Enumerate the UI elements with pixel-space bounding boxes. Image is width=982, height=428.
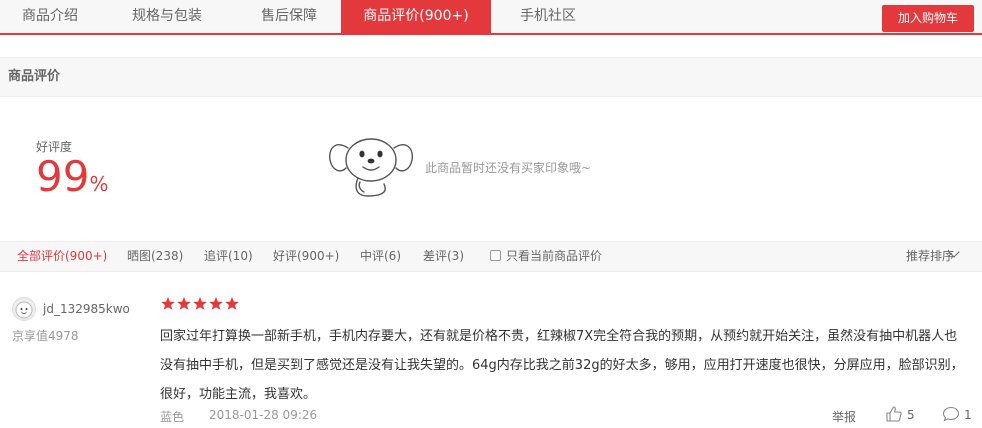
tab-product-intro[interactable]: 商品介绍 <box>0 0 100 33</box>
filter-follow-up[interactable]: 追评(10) <box>204 242 253 271</box>
user-score: 京享值4978 <box>12 329 79 343</box>
tab-phone-community[interactable]: 手机社区 <box>491 0 605 33</box>
no-impression-text: 此商品暂时还没有买家印象哦~ <box>425 161 592 175</box>
thumbs-up-icon[interactable] <box>885 405 903 423</box>
product-tab-bar: 商品介绍 规格与包装 售后保障 商品评价(900+) 手机社区 加入购物车 <box>0 0 982 35</box>
filter-photos[interactable]: 晒图(238) <box>127 242 183 271</box>
star-icon <box>177 297 191 310</box>
review-filter-bar: 全部评价(900+) 晒图(238) 追评(10) 好评(900+) 中评(6)… <box>0 241 982 272</box>
username[interactable]: jd_132985kwo <box>43 302 130 316</box>
star-rating <box>161 297 239 310</box>
filter-all[interactable]: 全部评价(900+) <box>17 242 107 271</box>
filter-neutral[interactable]: 中评(6) <box>360 242 401 271</box>
rating-value: 99% <box>36 152 108 209</box>
mascot-icon <box>329 138 413 197</box>
review-text: 回家过年打算换一部新手机，手机内存要大，还有就是价格不贵，红辣椒7X完全符合我的… <box>160 329 964 402</box>
current-only-label[interactable]: 只看当前商品评价 <box>506 242 602 271</box>
user-avatar[interactable] <box>12 297 36 321</box>
filter-positive[interactable]: 好评(900+) <box>273 242 339 271</box>
filter-negative[interactable]: 差评(3) <box>423 242 464 271</box>
like-count: 5 <box>907 408 915 422</box>
review-date: 2018-01-28 09:26 <box>209 408 318 422</box>
star-icon <box>161 297 175 310</box>
review-color-variant: 蓝色 <box>160 410 185 424</box>
rating-unit: % <box>89 172 109 196</box>
sort-dropdown[interactable]: 推荐排序 <box>906 242 954 271</box>
star-icon <box>193 297 207 310</box>
section-title: 商品评价 <box>0 57 982 97</box>
reply-count: 1 <box>964 408 972 422</box>
add-to-cart-button[interactable]: 加入购物车 <box>882 5 974 32</box>
star-icon <box>225 297 239 310</box>
rating-number: 99 <box>36 152 90 201</box>
comment-icon[interactable] <box>942 406 960 422</box>
report-link[interactable]: 举报 <box>832 408 856 425</box>
tab-after-sales[interactable]: 售后保障 <box>234 0 344 33</box>
tab-reviews[interactable]: 商品评价(900+) <box>341 0 491 35</box>
current-only-checkbox[interactable] <box>490 250 501 261</box>
tab-specs-packaging[interactable]: 规格与包装 <box>100 0 234 33</box>
avatar-icon <box>15 301 33 319</box>
star-icon <box>209 297 223 310</box>
